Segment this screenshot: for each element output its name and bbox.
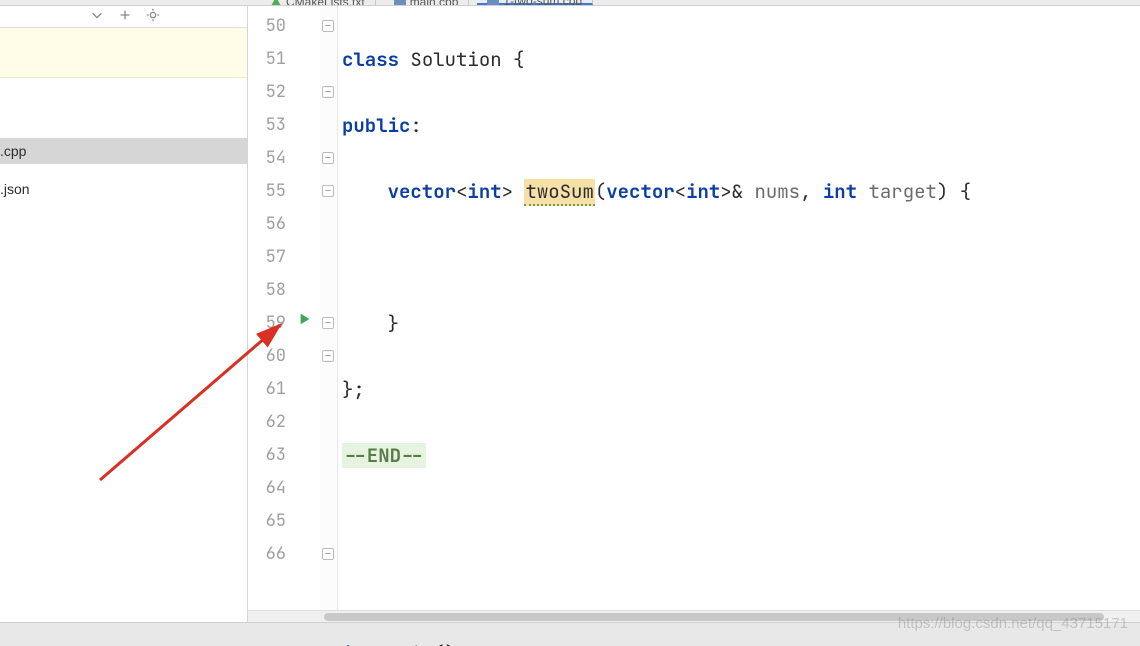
fold-marker[interactable] [322,86,334,98]
run-icon[interactable] [298,312,312,329]
tab-main[interactable]: main.cpp [384,0,470,5]
fold-marker[interactable] [322,152,334,164]
toolbar-expand-icon[interactable] [90,8,104,25]
tab-two-sum[interactable]: 1-two-sum.cpp [477,0,593,5]
sidebar-item-label: .json [0,181,30,197]
fold-marker[interactable] [322,350,334,362]
fold-marker[interactable] [322,548,334,560]
editor[interactable]: 50515253 54555657 58596061 62636465 66 [248,6,1140,622]
tab-cmakelists[interactable]: CMakeLists.txt [260,0,376,5]
fold-marker[interactable] [322,20,334,32]
fold-marker[interactable] [322,317,334,329]
sidebar-item-label: .cpp [0,143,26,159]
fold-marker[interactable] [322,185,334,197]
toolbar-add-icon[interactable] [118,8,132,25]
sidebar-toolbar [0,6,247,28]
code-area[interactable]: class Solution { public: vector<int> two… [338,6,1140,622]
sidebar-item-cpp[interactable]: .cpp [0,138,247,164]
line-number-gutter: 50515253 54555657 58596061 62636465 66 [248,6,292,622]
horizontal-scrollbar[interactable] [248,610,1140,622]
project-sidebar: .cpp .json [0,6,248,622]
sidebar-item-json[interactable]: .json [0,176,247,202]
sidebar-highlight-band [0,28,247,78]
toolbar-settings-icon[interactable] [146,8,160,25]
run-gutter [292,6,320,622]
fold-gutter [320,6,338,622]
scrollbar-thumb[interactable] [324,613,1104,621]
